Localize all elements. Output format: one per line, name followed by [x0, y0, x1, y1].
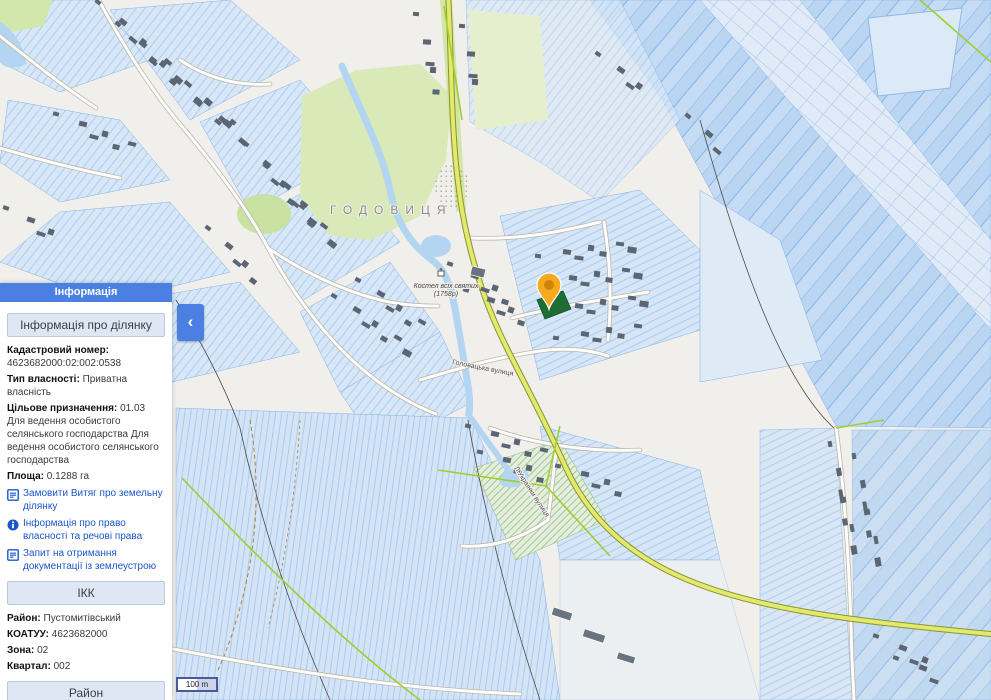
ikk-rayon-label: Район: — [7, 613, 41, 624]
ownership-info-label: Інформація про право власності та речові… — [23, 518, 143, 542]
documentation-request-label: Запит на отримання документації із земле… — [23, 548, 157, 572]
ikk-rayon-row: Район: Пустомитівський — [7, 612, 165, 625]
documentation-request-link[interactable]: Запит на отримання документації із земле… — [7, 548, 165, 573]
purpose-label: Цільове призначення: — [7, 403, 118, 414]
app-window: ГОДОВИЦЯ Костел всіх святих (1758р) Голо… — [0, 0, 991, 700]
panel-title: Інформація — [0, 283, 172, 302]
ownership-info-link[interactable]: Інформація про право власності та речові… — [7, 518, 165, 543]
ikk-kvartal-label: Квартал: — [7, 661, 51, 672]
ikk-rayon-value: Пустомитівський — [43, 613, 121, 624]
scale-bar: 100 m — [176, 677, 218, 692]
ikk-koatuu-row: КОАТУУ: 4623682000 — [7, 628, 165, 641]
ikk-zona-row: Зона: 02 — [7, 644, 165, 657]
scale-bar-label: 100 m — [185, 680, 209, 689]
order-extract-label: Замовити Витяг про земельну ділянку — [23, 488, 163, 512]
info-icon — [7, 519, 19, 531]
ikk-zona-value: 02 — [37, 645, 49, 656]
panel-collapse-button[interactable]: ‹ — [177, 304, 204, 341]
area-row: Площа: 0.1288 га — [7, 470, 165, 483]
church-label-line2: (1758р) — [434, 291, 458, 298]
settlement-label: ГОДОВИЦЯ — [330, 203, 453, 217]
ownership-label: Тип власності: — [7, 374, 80, 385]
ikk-kvartal-row: Квартал: 002 — [7, 660, 165, 673]
cadastral-number-value: 4623682000:02:002:0538 — [7, 358, 122, 369]
area-label: Площа: — [7, 471, 44, 482]
section-header-parcel: Інформація про ділянку — [7, 313, 165, 337]
document-icon — [7, 489, 19, 501]
ikk-zona-label: Зона: — [7, 645, 35, 656]
ownership-row: Тип власності: Приватна власність — [7, 373, 165, 399]
purpose-row: Цільове призначення: 01.03 Для ведення о… — [7, 402, 165, 467]
info-panel: Інформація Інформація про ділянку Кадаст… — [0, 283, 172, 700]
document-icon — [7, 549, 19, 561]
cadastral-number-row: Кадастровий номер: 4623682000:02:002:053… — [7, 344, 165, 370]
order-extract-link[interactable]: Замовити Витяг про земельну ділянку — [7, 488, 165, 513]
ikk-koatuu-label: КОАТУУ: — [7, 629, 49, 640]
ikk-koatuu-value: 4623682000 — [51, 629, 108, 640]
section-header-rayon: Район — [7, 681, 165, 700]
area-value: 0.1288 га — [46, 471, 90, 482]
cadastral-number-label: Кадастровий номер: — [7, 345, 110, 356]
church-label-line1: Костел всіх святих — [414, 282, 479, 290]
ikk-kvartal-value: 002 — [53, 661, 71, 672]
chevron-left-icon: ‹ — [187, 312, 194, 331]
section-header-ikk: ІКК — [7, 581, 165, 605]
